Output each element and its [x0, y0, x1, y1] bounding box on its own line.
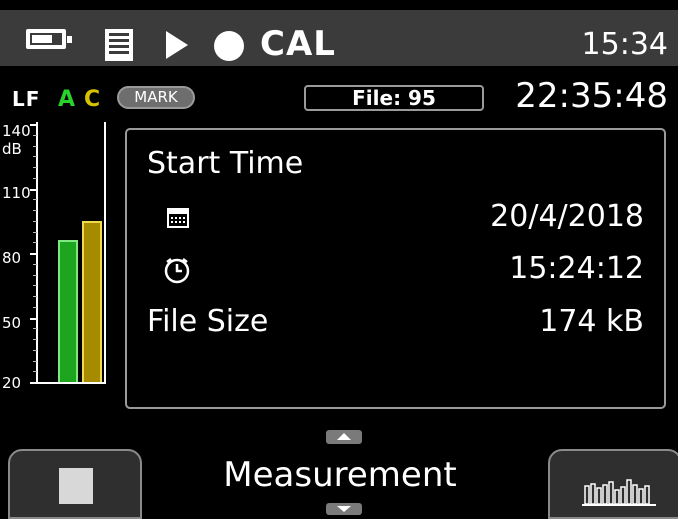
start-time-value: 15:24:12 [509, 251, 644, 286]
scale-label-50: 50 [2, 314, 22, 332]
clock-time: 15:34 [581, 27, 668, 62]
scale-tick [33, 146, 37, 147]
scale-tick [33, 178, 37, 179]
scale-tick [30, 253, 38, 255]
stop-button[interactable] [8, 449, 142, 519]
battery-fill [32, 35, 52, 43]
mark-button[interactable]: MARK [117, 86, 195, 109]
meter-frame-bottom [36, 382, 106, 384]
clock-icon [164, 258, 190, 284]
level-meter: 140 dB 110 80 50 20 [0, 120, 112, 392]
scale-tick [33, 210, 37, 211]
record-icon [214, 31, 244, 61]
file-number: File: 95 [304, 85, 484, 111]
frequency-weighting-label: LF [12, 87, 41, 111]
scale-tick [33, 350, 37, 351]
scale-tick [30, 124, 38, 126]
elapsed-time: 22:35:48 [515, 76, 668, 116]
calendar-icon [167, 208, 189, 228]
device-screen: CAL 15:34 LF A C MARK File: 95 22:35:48 … [0, 0, 678, 519]
scale-tick [33, 307, 37, 308]
cal-indicator: CAL [260, 24, 336, 64]
stop-icon [59, 468, 93, 504]
scale-tick [33, 156, 37, 157]
status-bar: CAL 15:34 [0, 10, 678, 66]
level-bar-a [58, 240, 78, 382]
graph-view-button[interactable] [548, 449, 678, 519]
scale-tick [33, 285, 37, 286]
file-size-label: File Size [147, 304, 269, 339]
scale-tick [30, 189, 38, 191]
start-time-label: Start Time [147, 146, 304, 181]
scale-tick [33, 339, 37, 340]
battery-icon [26, 29, 72, 49]
scale-tick [33, 328, 37, 329]
scale-label-110: 110 [2, 184, 31, 202]
scroll-down-arrow-icon[interactable] [326, 503, 362, 515]
scale-tick [33, 264, 37, 265]
scale-label-20: 20 [2, 374, 22, 392]
meter-frame-right [104, 122, 106, 384]
list-icon [105, 29, 133, 61]
scale-tick [33, 371, 37, 372]
scale-label-140: 140 [2, 122, 31, 140]
level-bar-c [82, 221, 102, 382]
scale-tick [33, 199, 37, 200]
scale-tick [33, 296, 37, 297]
mode-label: Measurement [223, 455, 457, 495]
scale-tick [33, 135, 37, 136]
scale-tick [33, 167, 37, 168]
scale-label-80: 80 [2, 249, 22, 267]
scale-unit-db: dB [2, 140, 22, 158]
bar-graph-icon [582, 479, 656, 506]
file-size-value: 174 kB [539, 304, 644, 339]
info-panel: Start Time 20/4/2018 15:24:12 File Size … [125, 128, 666, 409]
weighting-a-label: A [58, 87, 76, 112]
scale-tick [33, 275, 37, 276]
weighting-c-label: C [84, 87, 101, 112]
battery-terminal [67, 36, 72, 43]
scale-tick [33, 242, 37, 243]
scale-tick [33, 232, 37, 233]
start-date-value: 20/4/2018 [490, 199, 644, 234]
scale-tick [33, 361, 37, 362]
scale-tick [30, 318, 38, 320]
scale-tick [33, 221, 37, 222]
scroll-up-arrow-icon[interactable] [326, 430, 362, 444]
play-icon [166, 31, 188, 59]
